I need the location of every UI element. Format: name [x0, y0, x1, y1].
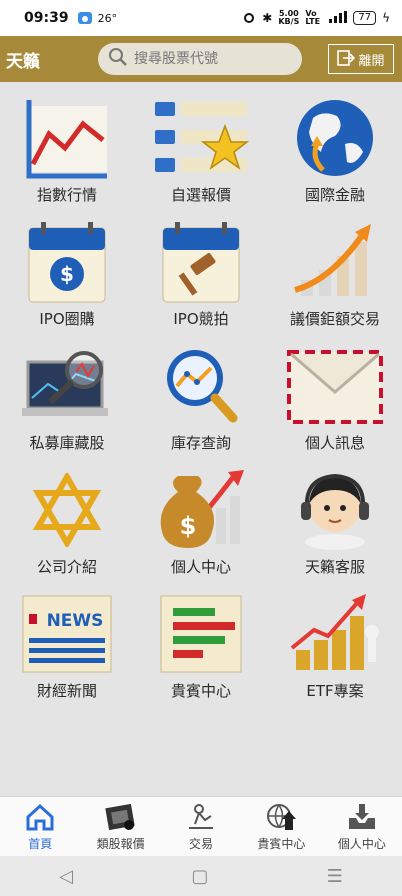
net-speed: 5.00 KB/S [278, 10, 299, 26]
menu-item-watchlist[interactable]: 自選報價 [134, 82, 268, 206]
net-speed-unit: KB/S [278, 17, 300, 26]
menu-label: 公司介紹 [36, 558, 97, 576]
net-type: Vo LTE [305, 9, 321, 26]
globe-upload-icon [263, 800, 299, 834]
rising-bars-icon [287, 218, 383, 306]
alarm-icon [242, 10, 256, 27]
nav-label: 個人中心 [337, 837, 386, 851]
menu-item-block-trade[interactable]: 議價鉅額交易 [268, 206, 402, 330]
menu-label: 天籟客服 [304, 558, 365, 576]
news-icon: NEWS [19, 590, 115, 678]
brand-title: 天籟 [6, 51, 40, 72]
menu-item-vip-center[interactable]: 貴賓中心 [134, 578, 268, 702]
money-bag-icon: $ [153, 466, 249, 554]
menu-label: 個人中心 [170, 558, 231, 576]
system-navigation-bar: ◁ ▢ ☰ [0, 856, 402, 896]
status-bar: 09:39 26° ✱ 5.00 KB/S Vo LTE 77 ϟ [0, 0, 402, 36]
globe-icon [287, 94, 383, 182]
line-chart-icon [19, 94, 115, 182]
nav-label: 首頁 [28, 837, 53, 851]
star-list-icon [153, 94, 249, 182]
menu-label: 自選報價 [170, 186, 231, 204]
bluetooth-icon: ✱ [262, 11, 273, 25]
menu-item-ipo-subscribe[interactable]: $ IPO圈購 [0, 206, 134, 330]
nav-trade[interactable]: 交易 [161, 797, 241, 856]
menu-item-etf-project[interactable]: ETF專案 [268, 578, 402, 702]
search-input[interactable] [134, 51, 284, 67]
logout-button[interactable]: 離開 [328, 44, 394, 74]
laptop-magnifier-icon [19, 342, 115, 430]
menu-label: 個人訊息 [304, 434, 365, 452]
inbox-download-icon [344, 800, 380, 834]
menu-item-personal-center[interactable]: $ 個人中心 [134, 454, 268, 578]
menu-label: 貴賓中心 [170, 682, 231, 700]
coins-chart-icon [287, 590, 383, 678]
calendar-gavel-icon [153, 218, 249, 306]
menu-label: ETF專案 [306, 682, 364, 700]
charging-icon: ϟ [382, 11, 390, 25]
nav-label: 類股報價 [96, 837, 145, 851]
svg-text:$: $ [180, 512, 197, 540]
support-agent-icon [287, 466, 383, 554]
battery-level: 77 [353, 11, 377, 25]
app-header: 天籟 離開 [0, 36, 402, 82]
logout-label: 離開 [358, 52, 385, 68]
menu-label: IPO競拍 [173, 310, 229, 328]
menu-item-ipo-auction[interactable]: IPO競拍 [134, 206, 268, 330]
menu-label: IPO圈購 [39, 310, 95, 328]
film-quote-icon [103, 800, 139, 834]
menu-label: 指數行情 [36, 186, 97, 204]
magnifier-chart-icon [153, 342, 249, 430]
weather-app-icon [77, 11, 93, 25]
menu-item-global-finance[interactable]: 國際金融 [268, 82, 402, 206]
calendar-dollar-icon: $ [19, 218, 115, 306]
menu-item-company-intro[interactable]: 公司介紹 [0, 454, 134, 578]
nav-label: 交易 [189, 837, 214, 851]
menu-item-private-treasury[interactable]: 私募庫藏股 [0, 330, 134, 454]
menu-item-personal-message[interactable]: 個人訊息 [268, 330, 402, 454]
home-circle-icon[interactable]: ▢ [191, 866, 208, 887]
nav-personal-center[interactable]: 個人中心 [322, 797, 402, 856]
feature-grid: 指數行情 自選報價 國際金融 $ IPO圈購 IPO競拍 議價鉅額交易 私募庫藏… [0, 82, 402, 796]
menu-lines-icon[interactable]: ☰ [327, 866, 343, 887]
back-icon[interactable]: ◁ [59, 866, 73, 887]
exit-icon [337, 49, 356, 69]
bar-list-icon [153, 590, 249, 678]
svg-text:NEWS: NEWS [47, 611, 104, 631]
bottom-navigation: 首頁 類股報價 交易 貴賓中心 個人中心 [0, 796, 402, 856]
menu-label: 議價鉅額交易 [289, 310, 380, 328]
nav-home[interactable]: 首頁 [0, 797, 80, 856]
menu-item-index-quotes[interactable]: 指數行情 [0, 82, 134, 206]
menu-label: 私募庫藏股 [29, 434, 105, 452]
nav-sector-quotes[interactable]: 類股報價 [80, 797, 160, 856]
menu-label: 庫存查詢 [170, 434, 231, 452]
svg-text:$: $ [60, 262, 74, 286]
signal-icon [329, 10, 348, 26]
trade-icon [183, 800, 219, 834]
menu-item-inventory[interactable]: 庫存查詢 [134, 330, 268, 454]
nav-label: 貴賓中心 [257, 837, 306, 851]
menu-item-financial-news[interactable]: NEWS 財經新聞 [0, 578, 134, 702]
search-box[interactable] [98, 43, 302, 75]
menu-label: 財經新聞 [36, 682, 97, 700]
status-temperature: 26° [97, 11, 118, 25]
nav-vip-center[interactable]: 貴賓中心 [241, 797, 321, 856]
envelope-icon [287, 342, 383, 430]
menu-item-customer-service[interactable]: 天籟客服 [268, 454, 402, 578]
home-icon [22, 800, 58, 834]
status-time: 09:39 [24, 10, 69, 26]
search-icon [108, 47, 128, 71]
menu-label: 國際金融 [304, 186, 365, 204]
star-of-david-icon [19, 466, 115, 554]
